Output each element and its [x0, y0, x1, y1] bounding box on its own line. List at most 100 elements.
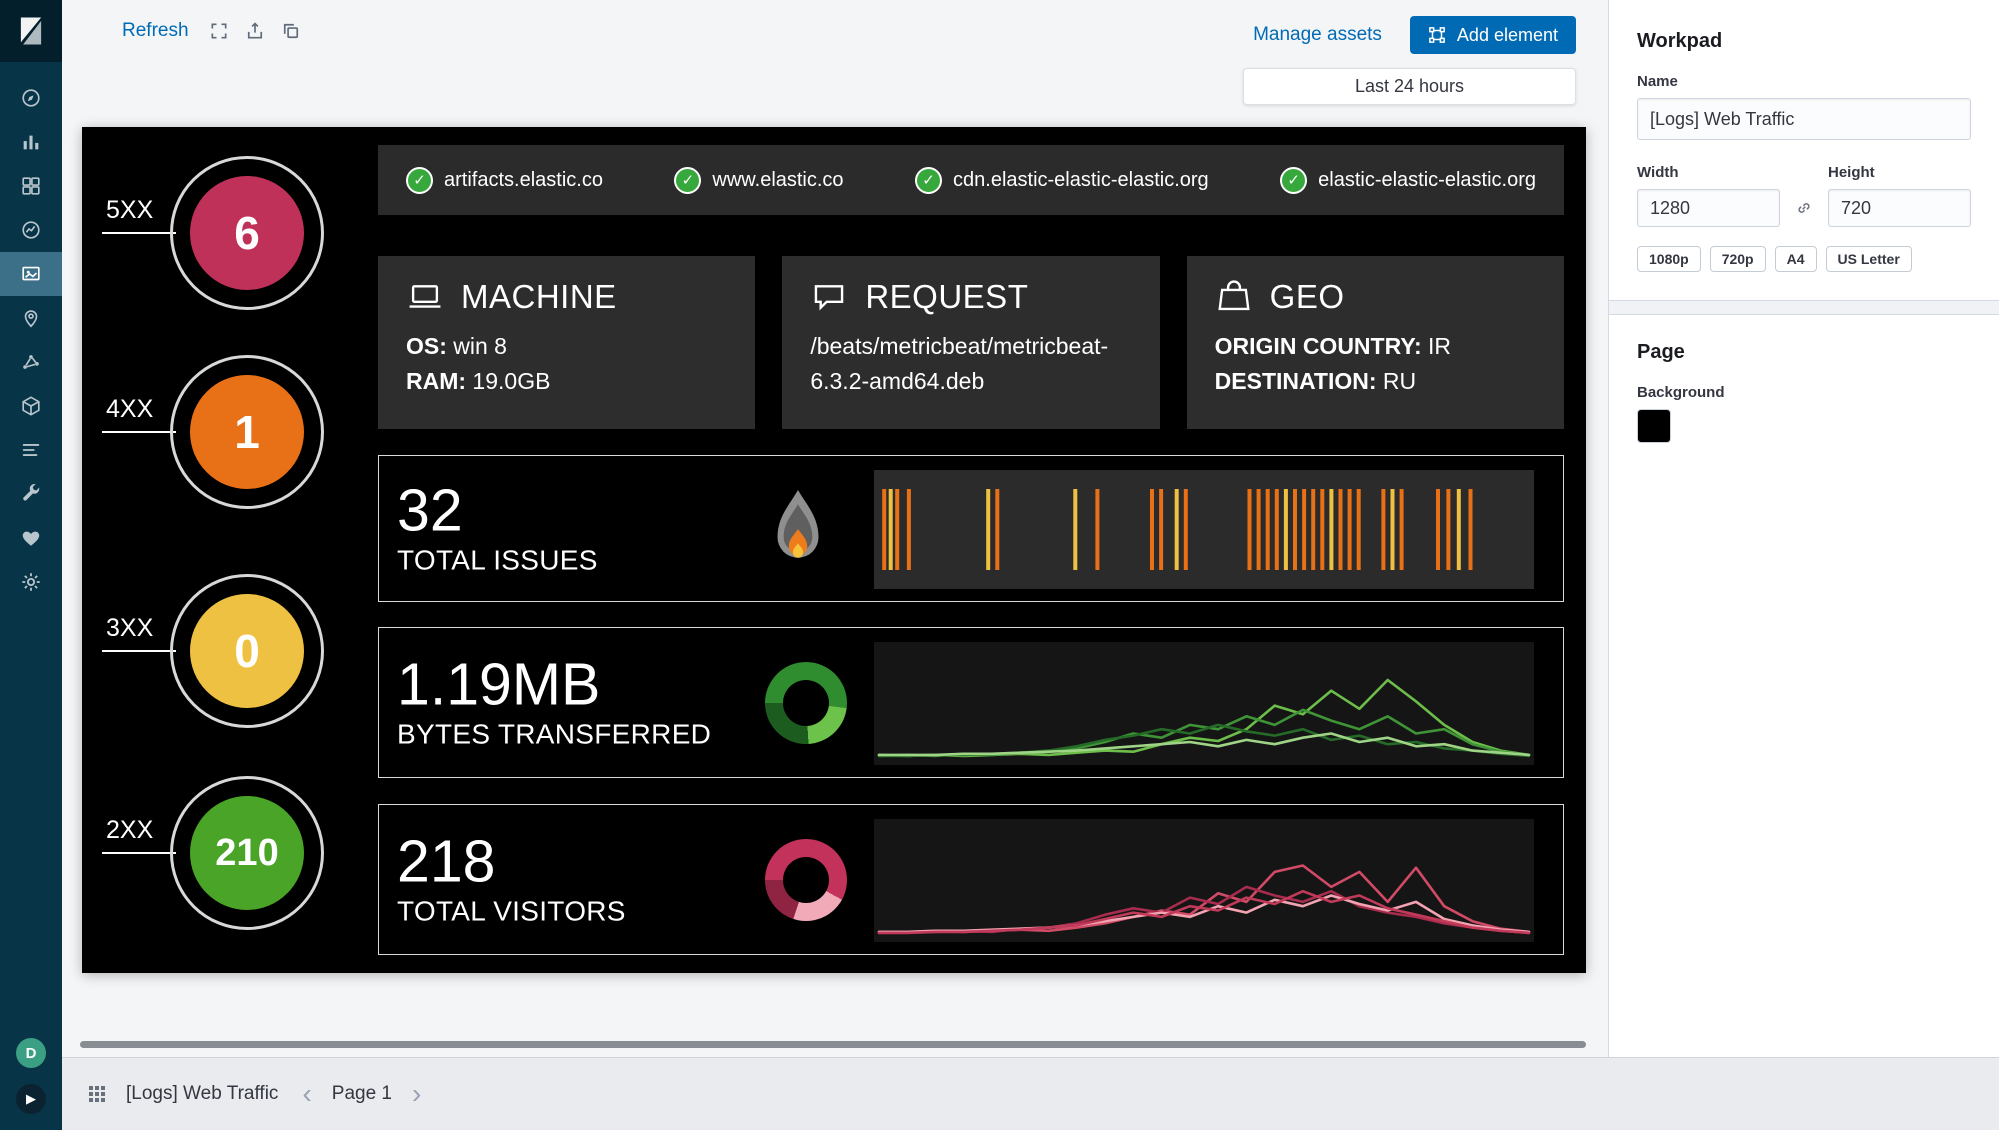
- dashboard-icon: [20, 175, 42, 197]
- card-geo[interactable]: GEO ORIGIN COUNTRY: IR DESTINATION: RU: [1186, 256, 1564, 429]
- metric-chart: [874, 642, 1534, 765]
- fullscreen-icon[interactable]: [209, 21, 229, 41]
- width-field-label: Width: [1637, 164, 1679, 181]
- card-line: /beats/metricbeat/metricbeat-6.3.2-amd64…: [810, 333, 1109, 394]
- workpad-name-input[interactable]: [1637, 98, 1971, 140]
- main-area: Refresh Manage assets Add element Last 2…: [62, 0, 1608, 1057]
- content-column: ✓ artifacts.elastic.co ✓ www.elastic.co ✓ cdn…: [376, 127, 1566, 973]
- chat-icon: [810, 278, 848, 316]
- time-range-picker[interactable]: Last 24 hours: [1243, 68, 1576, 105]
- preset-a4-button[interactable]: A4: [1774, 246, 1817, 272]
- status-count: 1: [190, 375, 304, 489]
- metric-text: 218 TOTAL VISITORS: [397, 828, 626, 928]
- status-count: 0: [190, 594, 304, 708]
- name-field-label: Name: [1637, 73, 1678, 90]
- metric-total-visitors[interactable]: 218 TOTAL VISITORS: [378, 804, 1564, 955]
- export-icon[interactable]: [245, 21, 265, 41]
- status-donut-3xx[interactable]: 3XX 0: [82, 574, 334, 728]
- size-presets-row: 1080p 720p A4 US Letter: [1637, 246, 1971, 272]
- link-icon: [1798, 203, 1810, 213]
- laptop-icon: [406, 278, 444, 316]
- machine-learning-icon: [20, 351, 42, 373]
- previous-page-chevron-icon[interactable]: ‹: [302, 1080, 311, 1108]
- metric-total-issues[interactable]: 32 TOTAL ISSUES: [378, 455, 1564, 602]
- preset-us-letter-button[interactable]: US Letter: [1825, 246, 1912, 272]
- metric-text: 1.19MB BYTES TRANSFERRED: [397, 653, 711, 751]
- page-section-title: Page: [1637, 341, 1685, 363]
- vector-square-icon: [1428, 26, 1446, 44]
- workpad-canvas[interactable]: 5XX 6 4XX 1 3XX 0 2XX 210 ✓ artifacts.ela…: [82, 127, 1586, 973]
- height-field-label: Height: [1828, 164, 1875, 181]
- check-icon: ✓: [674, 166, 702, 194]
- app-sidebar: D ▶: [0, 0, 62, 1130]
- metric-label: TOTAL VISITORS: [397, 895, 626, 927]
- donut-icon: [765, 661, 847, 744]
- status-donut-ring: 0: [170, 574, 324, 728]
- timelion-icon: [20, 219, 42, 241]
- add-element-button[interactable]: Add element: [1409, 16, 1576, 54]
- visualize-icon: [20, 131, 42, 153]
- preset-720p-button[interactable]: 720p: [1709, 246, 1766, 272]
- metric-chart: [874, 819, 1534, 942]
- sidebar-item-monitoring[interactable]: [0, 516, 62, 560]
- fullscreen-play-button[interactable]: ▶: [16, 1084, 46, 1114]
- background-color-swatch[interactable]: [1637, 409, 1671, 443]
- status-connector-line: [102, 852, 176, 854]
- status-donut-5xx[interactable]: 5XX 6: [82, 156, 334, 310]
- status-donut-4xx[interactable]: 4XX 1: [82, 355, 334, 509]
- status-code-label: 3XX: [106, 614, 154, 642]
- workpad-settings-panel: Workpad Name Width Height 1080p 720p A4 …: [1608, 0, 1999, 1057]
- sidebar-item-maps[interactable]: [0, 296, 62, 340]
- sidebar-item-dev-tools[interactable]: [0, 472, 62, 516]
- card-title: REQUEST: [810, 278, 1131, 316]
- clone-icon[interactable]: [281, 21, 301, 41]
- link-dimensions-button[interactable]: [1786, 189, 1822, 227]
- sidebar-item-logs[interactable]: [0, 428, 62, 472]
- domain-status-strip[interactable]: ✓ artifacts.elastic.co ✓ www.elastic.co ✓ cdn…: [378, 145, 1564, 215]
- next-page-chevron-icon[interactable]: ›: [412, 1080, 421, 1108]
- horizontal-scrollbar[interactable]: [80, 1041, 1586, 1048]
- preset-1080p-button[interactable]: 1080p: [1637, 246, 1701, 272]
- card-title: MACHINE: [406, 278, 727, 316]
- sidebar-item-dashboard[interactable]: [0, 164, 62, 208]
- sidebar-item-canvas[interactable]: [0, 252, 62, 296]
- sidebar-item-visualize[interactable]: [0, 120, 62, 164]
- discover-icon: [20, 87, 42, 109]
- sidebar-item-discover[interactable]: [0, 76, 62, 120]
- card-request[interactable]: REQUEST/beats/metricbeat/metricbeat-6.3.…: [782, 256, 1160, 429]
- status-code-column: 5XX 6 4XX 1 3XX 0 2XX 210: [82, 127, 374, 973]
- kibana-logo[interactable]: [0, 0, 62, 62]
- domain-label: artifacts.elastic.co: [444, 168, 603, 191]
- footer-bar: [Logs] Web Traffic ‹ Page 1 ›: [62, 1057, 1999, 1130]
- height-input[interactable]: [1828, 189, 1971, 227]
- metric-text: 32 TOTAL ISSUES: [397, 477, 598, 577]
- width-input[interactable]: [1637, 189, 1780, 227]
- toolbar-right: Manage assets Add element: [1253, 16, 1576, 54]
- management-icon: [20, 571, 42, 593]
- card-machine[interactable]: MACHINE OS: win 8 RAM: 19.0GB: [378, 256, 756, 429]
- domain-item: ✓ elastic-elastic-elastic.org: [1280, 166, 1536, 194]
- metric-bytes-transferred[interactable]: 1.19MB BYTES TRANSFERRED: [378, 627, 1564, 778]
- status-connector-line: [102, 431, 176, 433]
- metric-value: 32: [397, 477, 463, 544]
- status-donut-2xx[interactable]: 2XX 210: [82, 776, 334, 930]
- sidebar-item-machine-learning[interactable]: [0, 340, 62, 384]
- flame-icon: [765, 488, 831, 570]
- check-icon: ✓: [406, 166, 433, 194]
- sidebar-item-timelion[interactable]: [0, 208, 62, 252]
- space-badge[interactable]: D: [16, 1038, 46, 1068]
- metric-value: 218: [397, 828, 496, 895]
- manage-assets-button[interactable]: Manage assets: [1253, 24, 1382, 46]
- sidebar-bottom: D ▶: [16, 1038, 46, 1130]
- card-line: OS: win 8: [406, 333, 507, 359]
- page-manager-button[interactable]: [88, 1085, 106, 1103]
- status-donut-ring: 6: [170, 156, 324, 310]
- page-controls: ‹ Page 1 ›: [302, 1080, 421, 1108]
- footer-workpad-title: [Logs] Web Traffic: [126, 1083, 279, 1104]
- status-code-label: 5XX: [106, 196, 154, 224]
- refresh-button[interactable]: Refresh: [122, 20, 189, 42]
- status-count: 210: [190, 796, 304, 910]
- sidebar-item-infrastructure[interactable]: [0, 384, 62, 428]
- status-code-label: 2XX: [106, 816, 154, 844]
- sidebar-item-management[interactable]: [0, 560, 62, 604]
